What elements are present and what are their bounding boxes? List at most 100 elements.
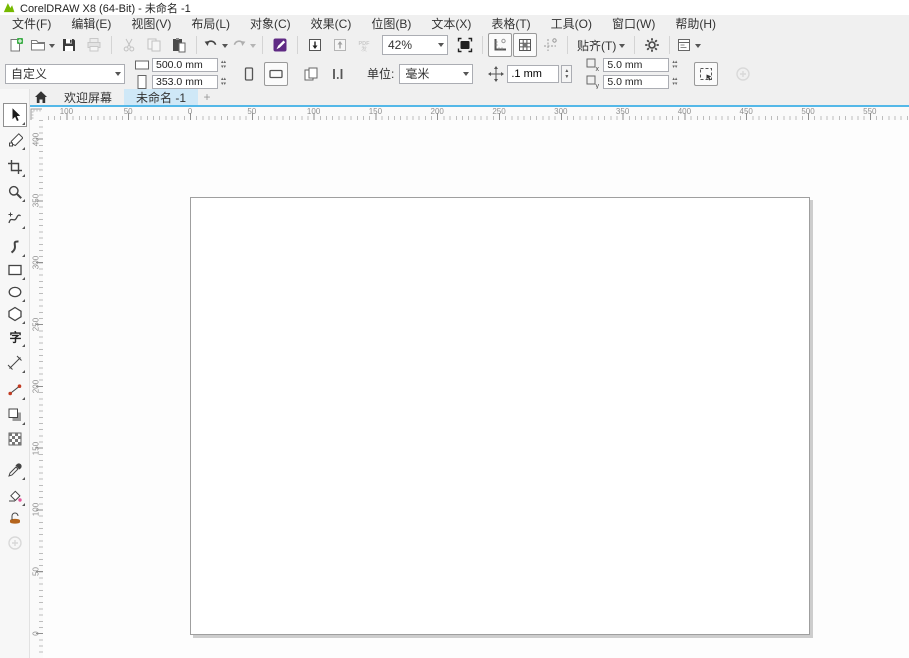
welcome-screen-button[interactable] bbox=[268, 33, 292, 57]
text-tool[interactable]: 字 bbox=[3, 325, 27, 349]
home-tab-button[interactable] bbox=[30, 89, 52, 105]
chevron-down-icon bbox=[463, 72, 469, 79]
tab-untitled-1[interactable]: 未命名 -1 bbox=[124, 89, 198, 105]
document-page[interactable] bbox=[190, 197, 810, 635]
menu-item-7[interactable]: 位图(B) bbox=[361, 15, 421, 32]
artistic-media-tool[interactable] bbox=[3, 235, 27, 259]
portrait-orientation-button[interactable] bbox=[237, 62, 261, 86]
shape-tool[interactable] bbox=[3, 128, 27, 152]
fullscreen-preview-button[interactable] bbox=[453, 33, 477, 57]
tab-welcome-screen[interactable]: 欢迎屏幕 bbox=[52, 89, 124, 105]
open-button[interactable] bbox=[29, 33, 56, 57]
treat-as-filled-button[interactable] bbox=[694, 62, 718, 86]
apply-size-current-page-button[interactable] bbox=[326, 62, 350, 86]
color-eyedropper-tool[interactable] bbox=[3, 458, 27, 482]
ruler-origin-corner[interactable] bbox=[29, 107, 44, 121]
vertical-ruler[interactable]: 400350300250200150100500 bbox=[29, 120, 44, 658]
h-ruler-label: 100 bbox=[60, 107, 73, 116]
menu-item-6[interactable]: 效果(C) bbox=[301, 15, 362, 32]
page-preset-select[interactable]: 自定义 bbox=[5, 64, 125, 84]
new-document-button[interactable] bbox=[4, 33, 28, 57]
cut-icon bbox=[121, 37, 137, 53]
menu-item-11[interactable]: 窗口(W) bbox=[602, 15, 665, 32]
document-tab-bar: 欢迎屏幕未命名 -1+ bbox=[0, 89, 909, 107]
save-button[interactable] bbox=[57, 33, 81, 57]
menu-item-5[interactable]: 对象(C) bbox=[240, 15, 301, 32]
polygon-tool-icon bbox=[7, 306, 23, 322]
freehand-tool[interactable] bbox=[3, 207, 27, 231]
page-width-stepper[interactable]: ▴▴▾▾ bbox=[221, 60, 226, 70]
apply-size-all-pages-button[interactable] bbox=[299, 62, 323, 86]
menu-item-3[interactable]: 视图(V) bbox=[121, 15, 181, 32]
h-ruler-label: 550 bbox=[863, 107, 876, 116]
drop-shadow-tool[interactable] bbox=[3, 403, 27, 427]
chevron-down-icon bbox=[438, 43, 444, 50]
parallel-dimension-tool[interactable] bbox=[3, 351, 27, 375]
drawing-canvas[interactable] bbox=[43, 120, 909, 658]
copy-button bbox=[142, 33, 166, 57]
zoom-level-select[interactable]: 42% bbox=[382, 35, 448, 55]
page-width-input[interactable] bbox=[152, 58, 218, 72]
import-button[interactable] bbox=[303, 33, 327, 57]
grid-icon-icon bbox=[517, 37, 533, 53]
page-height-stepper[interactable]: ▴▴▾▾ bbox=[221, 77, 226, 87]
connector-tool[interactable] bbox=[3, 378, 27, 402]
options-button[interactable] bbox=[640, 33, 664, 57]
rectangle-tool[interactable] bbox=[3, 258, 27, 282]
paste-button[interactable] bbox=[167, 33, 191, 57]
nudge-distance-input[interactable] bbox=[507, 65, 559, 83]
menu-item-12[interactable]: 帮助(H) bbox=[665, 15, 726, 32]
freehand-icon bbox=[7, 211, 23, 227]
toolbar-separator bbox=[297, 36, 298, 54]
copy-icon bbox=[146, 37, 162, 53]
v-ruler-label: 350 bbox=[32, 186, 41, 216]
menu-item-1[interactable]: 文件(F) bbox=[2, 15, 61, 32]
polygon-tool[interactable] bbox=[3, 302, 27, 326]
page-height-input[interactable] bbox=[152, 75, 218, 89]
menu-item-4[interactable]: 布局(L) bbox=[181, 15, 240, 32]
snap-to-menu-button[interactable]: 贴齐(T) bbox=[573, 34, 629, 56]
new-document-tab-button[interactable]: + bbox=[198, 89, 216, 105]
add-propbar-button bbox=[731, 62, 755, 86]
pick-icon bbox=[7, 107, 23, 123]
duplicate-y-stepper[interactable]: ▴▴▾▾ bbox=[672, 77, 677, 87]
pick-tool[interactable] bbox=[3, 103, 27, 127]
duplicate-x-input[interactable] bbox=[603, 58, 669, 72]
nudge-stepper[interactable]: ▲▼ bbox=[561, 65, 572, 83]
rect-tool-icon bbox=[7, 262, 23, 278]
horizontal-ruler[interactable]: 10050050100150200250300350400450500550 bbox=[43, 107, 909, 121]
duplicate-y-input[interactable] bbox=[603, 75, 669, 89]
menu-item-8[interactable]: 文本(X) bbox=[421, 15, 481, 32]
menu-item-9[interactable]: 表格(T) bbox=[481, 15, 540, 32]
zoom-glass-icon bbox=[7, 184, 23, 200]
show-guidelines-button[interactable] bbox=[538, 33, 562, 57]
toolbar-separator bbox=[669, 36, 670, 54]
menu-item-10[interactable]: 工具(O) bbox=[541, 15, 602, 32]
duplicate-x-stepper[interactable]: ▴▴▾▾ bbox=[672, 60, 677, 70]
ruler-icon-icon bbox=[492, 37, 508, 53]
ellipse-tool-icon bbox=[7, 284, 23, 300]
svg-text:字: 字 bbox=[10, 330, 22, 345]
portrait-icon bbox=[241, 66, 257, 82]
transparency-tool[interactable] bbox=[3, 427, 27, 451]
all-pages-icon bbox=[303, 66, 319, 82]
toolbar-separator bbox=[567, 36, 568, 54]
plus-circle-icon bbox=[735, 66, 751, 82]
show-rulers-button[interactable] bbox=[488, 33, 512, 57]
units-select[interactable]: 毫米 bbox=[399, 64, 473, 84]
undo-button[interactable] bbox=[202, 33, 229, 57]
zoom-tool[interactable] bbox=[3, 180, 27, 204]
interactive-fill-tool[interactable] bbox=[3, 484, 27, 508]
menu-item-2[interactable]: 编辑(E) bbox=[61, 15, 121, 32]
page-width-icon bbox=[134, 57, 150, 73]
crop-tool[interactable] bbox=[3, 155, 27, 179]
ellipse-tool[interactable] bbox=[3, 280, 27, 304]
zoom-level-value: 42% bbox=[388, 38, 412, 52]
toolbar-separator bbox=[196, 36, 197, 54]
landscape-orientation-button[interactable] bbox=[264, 62, 288, 86]
smart-fill-tool[interactable] bbox=[3, 506, 27, 530]
nudge-distance-icon bbox=[488, 66, 504, 82]
h-ruler-label: 450 bbox=[740, 107, 753, 116]
show-grid-button[interactable] bbox=[513, 33, 537, 57]
application-launcher-button[interactable] bbox=[675, 33, 702, 57]
